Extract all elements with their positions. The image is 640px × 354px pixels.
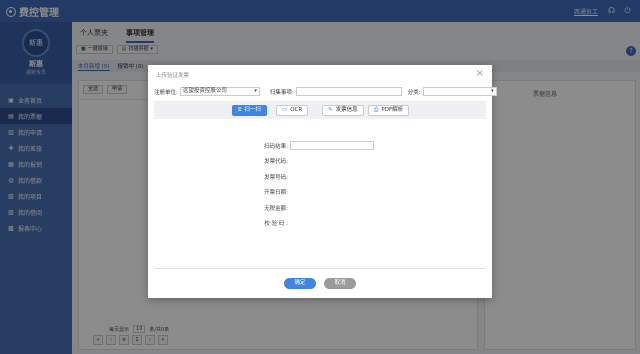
category-label: 分类: — [407, 89, 421, 96]
invoice-code-label: 发票代码: — [264, 159, 288, 165]
button-label: 发票信息 — [335, 107, 358, 113]
button-label: OCR — [290, 107, 303, 113]
upload-invoice-dialog: 上传验证发票 × 注册单位: 远望投资控股公司 ▾ 归集事项: 分类: ▾ ⌸ 扫… — [148, 65, 497, 298]
company-value: 远望投资控股公司 — [182, 88, 227, 94]
scan-result-input[interactable] — [290, 141, 374, 150]
invoice-info-button[interactable]: ✎ 发票信息 — [322, 105, 364, 116]
invoice-info-icon: ✎ — [328, 107, 333, 113]
scan-icon: ⌸ — [238, 107, 242, 113]
check-code-label: 校 验 码 : — [264, 221, 288, 227]
company-label: 注册单位: — [154, 89, 178, 96]
pretax-amount-label: 无税金额: — [264, 206, 288, 212]
chevron-down-icon: ▾ — [254, 88, 257, 94]
pdf-icon: ⎙ — [374, 107, 379, 113]
confirm-button[interactable]: 确定 — [284, 278, 316, 289]
scan-result-row: 扫码结果: — [148, 141, 492, 150]
check-code-row: 校 验 码 : — [148, 219, 492, 227]
category-select[interactable]: ▾ — [422, 87, 497, 96]
dialog-title: 上传验证发票 — [156, 73, 190, 79]
divider — [154, 268, 486, 269]
pretax-amount-row: 无税金额: — [148, 204, 492, 212]
invoice-code-row: 发票代码: — [148, 157, 492, 165]
input-mode-bar: ⌸ 扫一扫 ▭ OCR ✎ 发票信息 ⎙ PDF解析 — [154, 101, 486, 119]
ocr-button[interactable]: ▭ OCR — [276, 105, 309, 116]
scan-result-label: 扫码结果: — [264, 143, 288, 150]
invoice-number-label: 发票号码: — [264, 175, 288, 181]
button-label: 扫一扫 — [244, 107, 261, 113]
invoice-date-label: 开票日期: — [264, 190, 288, 196]
matter-input[interactable] — [295, 87, 402, 96]
dialog-form-row: 注册单位: 远望投资控股公司 ▾ 归集事项: 分类: ▾ — [154, 87, 497, 96]
button-label: PDF解析 — [381, 107, 404, 113]
close-icon[interactable]: × — [476, 68, 484, 79]
cancel-button[interactable]: 取消 — [324, 278, 356, 289]
pdf-parse-button[interactable]: ⎙ PDF解析 — [368, 105, 410, 116]
invoice-number-row: 发票号码: — [148, 173, 492, 181]
scan-button[interactable]: ⌸ 扫一扫 — [232, 105, 267, 116]
chevron-down-icon: ▾ — [491, 88, 494, 94]
company-select[interactable]: 远望投资控股公司 ▾ — [179, 87, 260, 96]
ocr-icon: ▭ — [282, 107, 288, 113]
matter-label: 归集事项: — [269, 89, 294, 96]
invoice-date-row: 开票日期: — [148, 188, 492, 196]
